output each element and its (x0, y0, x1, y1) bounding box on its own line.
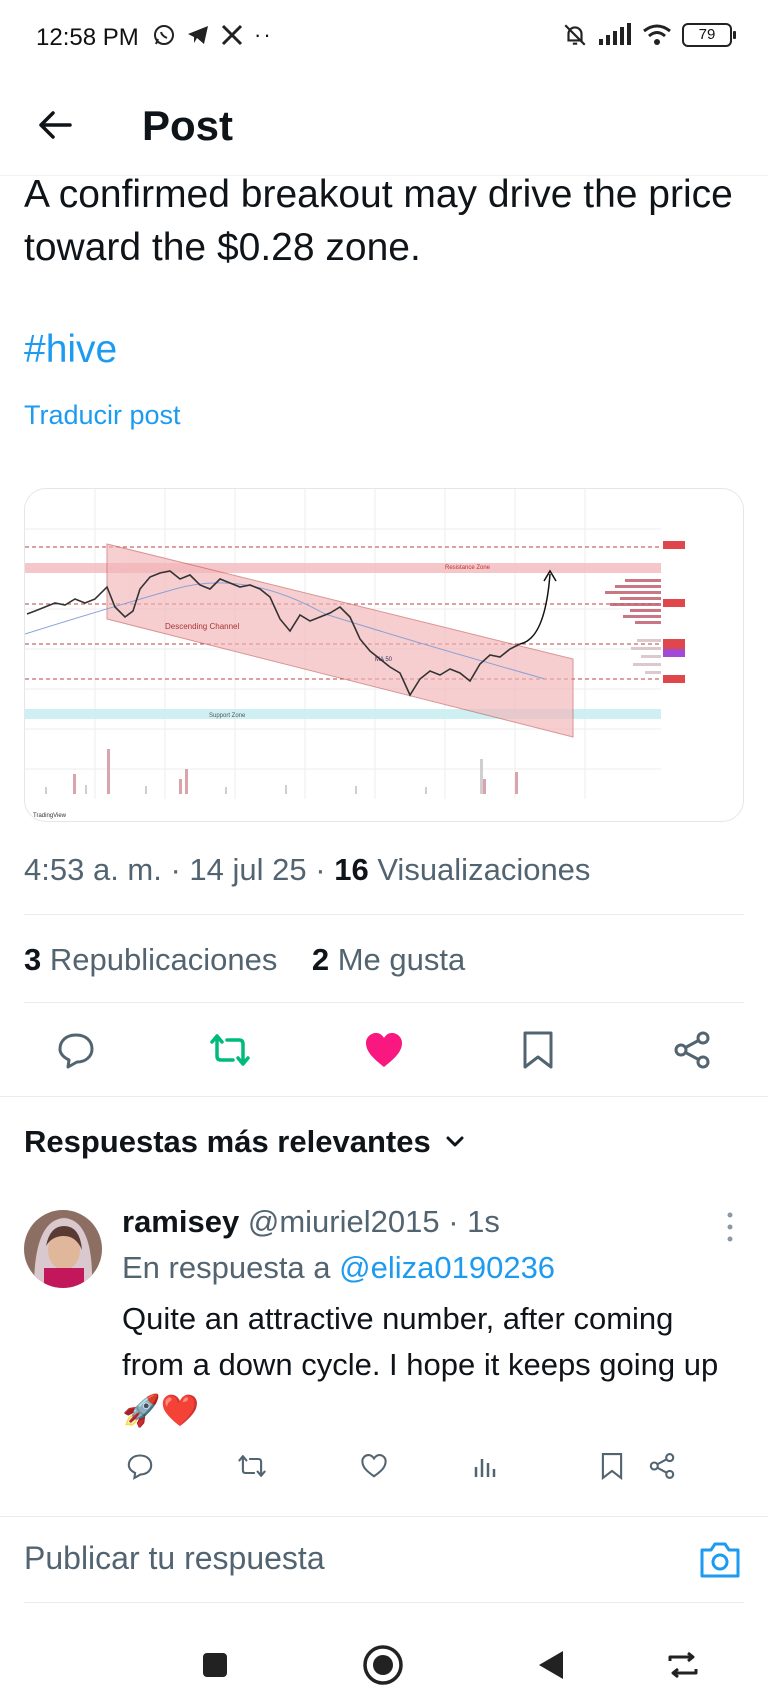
mute-bell-icon (564, 24, 586, 46)
channel-label: Descending Channel (165, 622, 239, 631)
comment-icon (58, 1033, 94, 1069)
reply-like-button[interactable] (356, 1448, 392, 1484)
post-image[interactable]: Resistance Zone Support Zone Descending … (24, 488, 744, 822)
divider (24, 914, 744, 915)
divider (24, 1002, 744, 1003)
replies-sort-dropdown[interactable]: Respuestas más relevantes (24, 1124, 465, 1160)
reply-bookmark-button[interactable] (594, 1448, 630, 1484)
post-date: 14 jul 25 (189, 852, 307, 887)
bookmark-icon (523, 1031, 553, 1069)
views-count: 16 (334, 852, 369, 887)
camera-icon[interactable] (698, 1540, 742, 1580)
triangle-back-icon (539, 1651, 563, 1679)
reply-text: Quite an attractive number, after coming… (122, 1301, 719, 1428)
likes-stat[interactable]: 2 Me gusta (312, 942, 465, 977)
divider (0, 1096, 768, 1097)
reply-button[interactable] (52, 1026, 100, 1074)
x-icon (221, 24, 243, 46)
analytics-icon (474, 1459, 496, 1477)
reply-author-name[interactable]: ramisey (122, 1204, 239, 1239)
home-circle-icon (363, 1645, 403, 1685)
back-button[interactable] (30, 100, 80, 150)
chevron-down-icon (446, 1136, 464, 1147)
square-icon (203, 1653, 227, 1677)
rotate-icon (668, 1651, 698, 1679)
arrow-left-icon (39, 111, 72, 139)
share-icon (674, 1031, 710, 1069)
reply-header: ramisey @miuriel2015 · 1s (122, 1204, 500, 1240)
resistance-zone-label: Resistance Zone (445, 565, 491, 571)
page-title: Post (142, 102, 234, 149)
tradingview-logo-text: TradingView (33, 813, 67, 819)
status-bar: 12:58 PM ·· 79 (0, 0, 768, 80)
repost-button[interactable] (206, 1026, 254, 1074)
post-stats: 3 Republicaciones 2 Me gusta (24, 942, 465, 978)
hashtag-link[interactable]: #hive (24, 328, 117, 372)
system-nav-bar (0, 1620, 768, 1707)
bookmark-button[interactable] (514, 1026, 562, 1074)
support-zone-label: Support Zone (209, 713, 246, 719)
divider (24, 1602, 744, 1603)
reply-author-handle[interactable]: @miuriel2015 (248, 1204, 440, 1239)
views-label: Visualizaciones (377, 852, 591, 887)
battery-icon: 79 (682, 23, 736, 47)
reply-repost-button[interactable] (234, 1448, 270, 1484)
reply-context: En respuesta a @eliza0190236 (122, 1250, 556, 1285)
reply-actions (110, 1448, 750, 1488)
recents-button[interactable] (192, 1642, 238, 1688)
reply-views-button[interactable] (468, 1448, 504, 1484)
heart-filled-icon (366, 1033, 402, 1067)
heart-icon (361, 1454, 387, 1478)
like-button[interactable] (360, 1026, 408, 1074)
wifi-icon (643, 24, 671, 45)
post-meta: 4:53 a. m. · 14 jul 25 · 16 Visualizacio… (24, 852, 591, 887)
more-dots-icon: ·· (254, 22, 273, 47)
replied-user-link[interactable]: @eliza0190236 (339, 1250, 555, 1285)
repost-icon (210, 1034, 250, 1066)
divider (0, 1516, 768, 1517)
reposts-stat[interactable]: 3 Republicaciones (24, 942, 277, 977)
reply-reply-button[interactable] (122, 1448, 158, 1484)
share-icon (649, 1453, 675, 1479)
trading-chart-image: Resistance Zone Support Zone Descending … (25, 489, 743, 819)
reply-compose-input[interactable]: Publicar tu respuesta (24, 1540, 325, 1577)
comment-icon (127, 1454, 153, 1480)
reply-time: · 1s (439, 1204, 500, 1239)
avatar[interactable] (24, 1210, 102, 1288)
back-system-button[interactable] (528, 1642, 574, 1688)
translate-post-link[interactable]: Traducir post (24, 400, 181, 431)
post-text: A confirmed breakout may drive the price… (24, 173, 733, 269)
repost-icon (238, 1455, 266, 1477)
whatsapp-icon (154, 25, 174, 45)
more-options-icon[interactable] (720, 1210, 740, 1244)
signal-icon (599, 23, 631, 45)
post-actions (0, 1018, 768, 1082)
bookmark-icon (601, 1453, 623, 1480)
post-header: Post (0, 80, 768, 176)
status-time: 12:58 PM (36, 24, 139, 51)
replies-sort-label: Respuestas más relevantes (24, 1124, 431, 1159)
post-time: 4:53 a. m. (24, 852, 162, 887)
reply-share-button[interactable] (644, 1448, 680, 1484)
home-button[interactable] (360, 1642, 406, 1688)
rotate-button[interactable] (660, 1642, 706, 1688)
telegram-icon (188, 26, 208, 44)
share-button[interactable] (668, 1026, 716, 1074)
